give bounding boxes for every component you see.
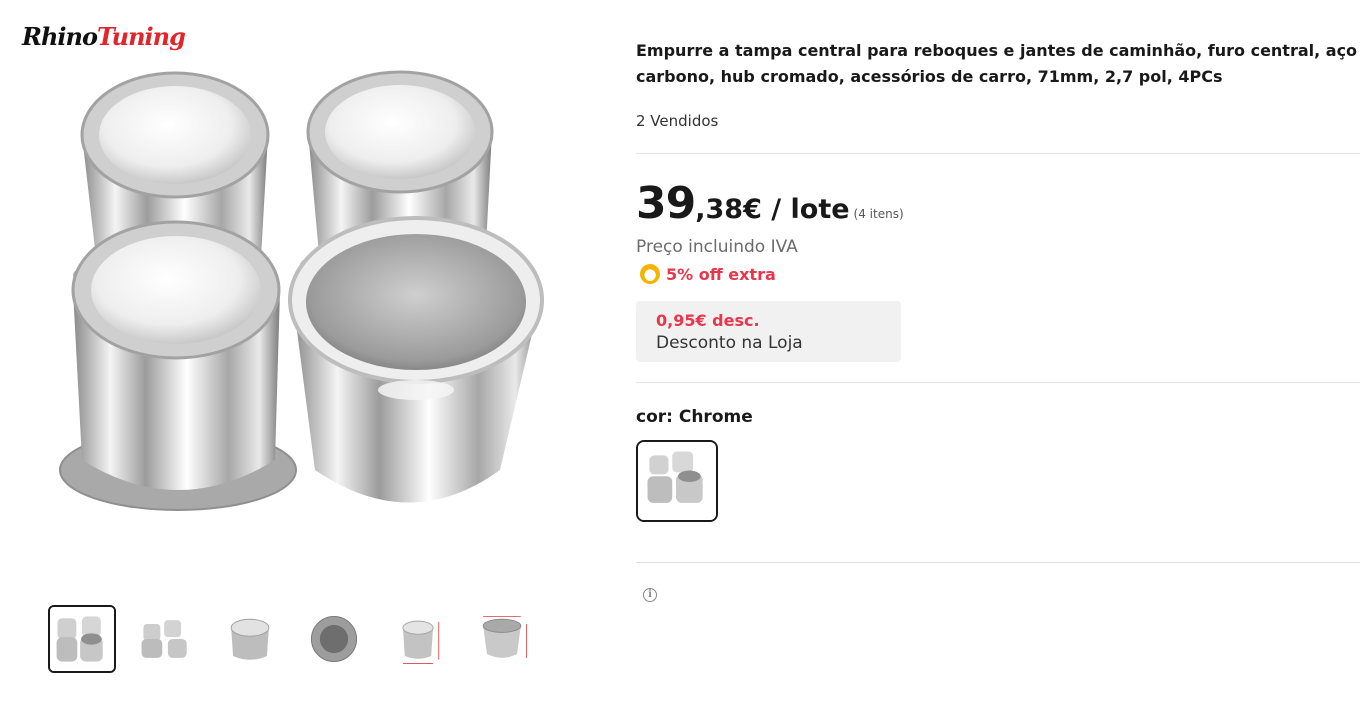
divider bbox=[636, 562, 1360, 563]
color-swatch-chrome[interactable] bbox=[636, 440, 718, 522]
thumbnail-2[interactable] bbox=[132, 605, 200, 673]
sold-count: 2 Vendidos bbox=[636, 112, 719, 130]
coupon-amount: 0,95€ desc. bbox=[656, 311, 760, 330]
store-coupon[interactable]: 0,95€ desc. Desconto na Loja bbox=[636, 301, 901, 362]
thumb-single-cap-image bbox=[218, 607, 282, 671]
thumb-cap-dimensions-image bbox=[386, 607, 450, 671]
coin-icon: ● bbox=[640, 264, 660, 284]
thumb-four-caps-image bbox=[50, 607, 114, 671]
price: 39,38€ / lote (4 itens) bbox=[636, 178, 904, 229]
info-icon[interactable]: i bbox=[643, 588, 657, 602]
thumbnail-3[interactable] bbox=[216, 605, 284, 673]
divider bbox=[636, 153, 1360, 154]
thumbnail-6[interactable] bbox=[468, 605, 536, 673]
product-title: Empurre a tampa central para reboques e … bbox=[636, 41, 1358, 86]
product-gallery: RhinoTuning bbox=[0, 0, 600, 708]
price-unit: / lote bbox=[761, 194, 850, 225]
thumbnail-5[interactable] bbox=[384, 605, 452, 673]
thumb-cap-open-dimensions-image bbox=[470, 607, 534, 671]
thumbnail-strip bbox=[48, 605, 548, 677]
thumbnail-4[interactable] bbox=[300, 605, 368, 673]
extra-discount[interactable]: ● 5% off extra bbox=[640, 264, 776, 284]
chrome-caps-illustration bbox=[59, 70, 544, 511]
vat-note: Preço incluindo IVA bbox=[636, 237, 798, 257]
main-product-image[interactable] bbox=[40, 50, 580, 570]
price-integer: 39 bbox=[636, 178, 696, 229]
divider bbox=[636, 382, 1360, 383]
color-label: cor: Chrome bbox=[636, 407, 753, 427]
thumb-caps-angle-image bbox=[134, 607, 198, 671]
brand-logo: RhinoTuning bbox=[22, 22, 186, 51]
extra-discount-label: 5% off extra bbox=[666, 264, 776, 284]
coupon-label: Desconto na Loja bbox=[656, 333, 803, 353]
thumb-cap-top-image bbox=[302, 607, 366, 671]
chrome-swatch-image bbox=[638, 442, 716, 520]
price-decimal: ,38€ bbox=[695, 194, 762, 225]
thumbnail-1[interactable] bbox=[48, 605, 116, 673]
price-quantity: (4 itens) bbox=[853, 207, 904, 221]
